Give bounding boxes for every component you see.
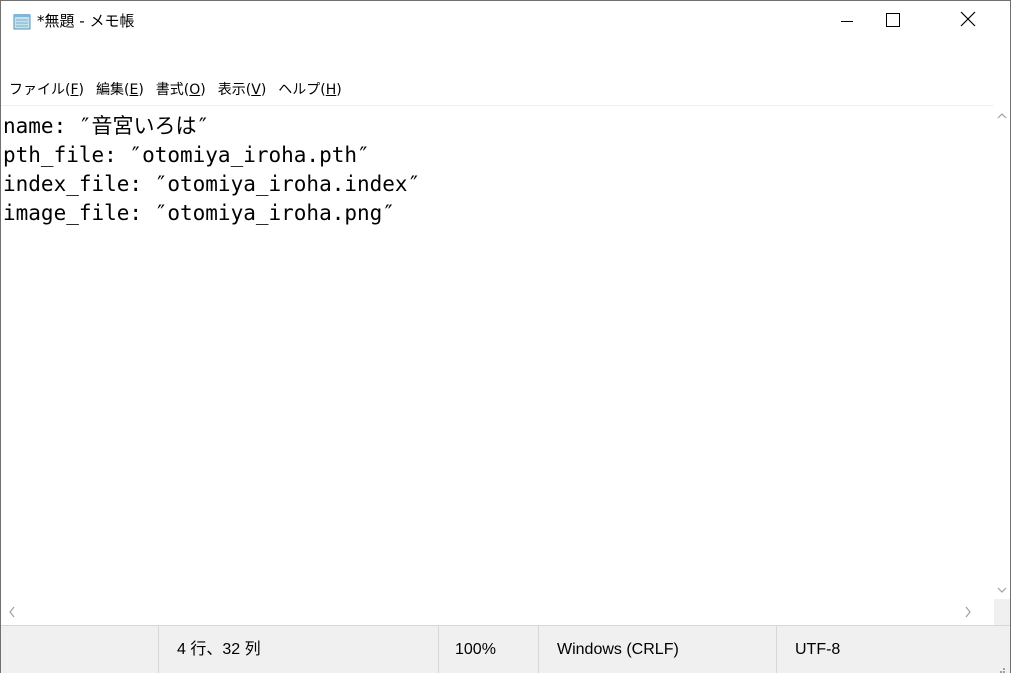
title-bar[interactable]: *無題 - メモ帳: [1, 1, 1010, 41]
status-bar: 4 行、32 列 100% Windows (CRLF) UTF-8: [1, 625, 1010, 673]
scroll-left-icon[interactable]: [7, 606, 17, 622]
scrollbar-corner: [994, 599, 1010, 625]
editor-content[interactable]: name: ″音宮いろは″ pth_file: ″otomiya_iroha.p…: [1, 112, 420, 228]
status-encoding: UTF-8: [776, 626, 996, 673]
text-editor[interactable]: name: ″音宮いろは″ pth_file: ″otomiya_iroha.p…: [1, 105, 994, 600]
notepad-icon: [13, 13, 31, 30]
horizontal-scrollbar[interactable]: [1, 599, 994, 625]
resize-grip-icon[interactable]: [996, 659, 1006, 673]
window-title: *無題 - メモ帳: [37, 12, 135, 30]
editor-line: name: ″音宮いろは″: [3, 114, 210, 138]
status-cursor-position: 4 行、32 列: [158, 626, 438, 673]
editor-line: image_file: ″otomiya_iroha.png″: [3, 201, 395, 225]
vertical-scrollbar[interactable]: [994, 105, 1010, 599]
menu-file[interactable]: ファイル(F): [1, 79, 90, 101]
status-line-ending: Windows (CRLF): [538, 626, 776, 673]
menu-format[interactable]: 書式(O): [150, 79, 212, 101]
scroll-right-icon[interactable]: [963, 606, 973, 622]
scroll-down-icon[interactable]: [997, 583, 1007, 599]
menu-help[interactable]: ヘルプ(H): [272, 79, 347, 101]
minimize-button[interactable]: [824, 1, 870, 41]
notepad-window: *無題 - メモ帳 ファイル(F) 編集(E) 書式(O) 表示(V) ヘルプ(…: [0, 0, 1011, 673]
close-icon: [960, 11, 976, 31]
status-zoom: 100%: [438, 626, 538, 673]
close-button[interactable]: [925, 1, 1010, 41]
editor-line: pth_file: ″otomiya_iroha.pth″: [3, 143, 370, 167]
scroll-up-icon[interactable]: [997, 109, 1007, 125]
menu-view[interactable]: 表示(V): [212, 79, 273, 101]
minimize-icon: [841, 12, 853, 31]
editor-line: index_file: ″otomiya_iroha.index″: [3, 172, 421, 196]
maximize-icon: [886, 12, 900, 31]
menu-edit[interactable]: 編集(E): [90, 79, 150, 101]
maximize-button[interactable]: [870, 1, 916, 41]
menu-bar: ファイル(F) 編集(E) 書式(O) 表示(V) ヘルプ(H): [1, 75, 1010, 105]
